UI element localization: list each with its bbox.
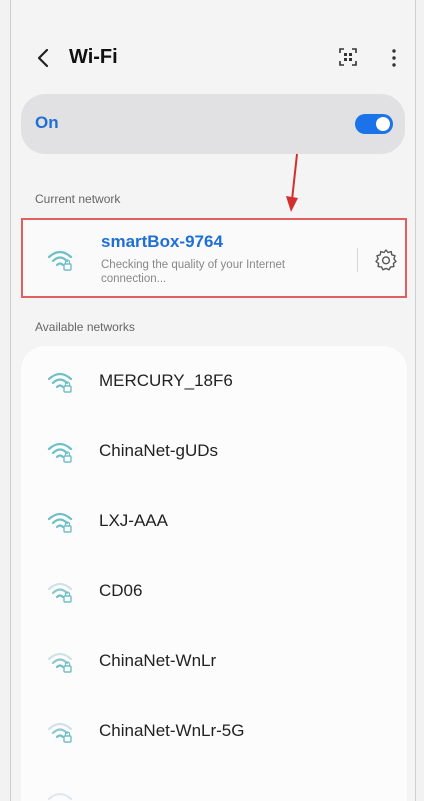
qr-scan-icon[interactable]: [339, 48, 357, 66]
app-bar: Wi-Fi: [11, 38, 415, 78]
network-item[interactable]: ChinaNet-WnLr: [21, 626, 407, 696]
network-item[interactable]: MERCURY_18F6: [21, 346, 407, 416]
wifi-weak-secured-icon: [47, 652, 73, 673]
more-options-icon[interactable]: [389, 48, 399, 68]
current-network-heading: Current network: [35, 192, 121, 206]
wifi-settings-screen: Wi-Fi On Current network smartBox-9764 C…: [10, 0, 416, 801]
gear-icon[interactable]: [374, 248, 398, 272]
wifi-toggle-row[interactable]: On: [21, 94, 405, 154]
current-network-name: smartBox-9764: [101, 232, 223, 251]
page-title: Wi-Fi: [69, 46, 118, 68]
wifi-weak-secured-icon: [47, 792, 73, 801]
network-name: ChinaNet-WnLr-5G: [99, 721, 245, 740]
network-item-partial[interactable]: [21, 766, 407, 801]
wifi-secured-icon: [47, 442, 73, 463]
network-item[interactable]: ChinaNet-WnLr-5G: [21, 696, 407, 766]
switch-knob: [376, 117, 390, 131]
network-name: MERCURY_18F6: [99, 371, 233, 390]
network-name: ChinaNet-WnLr: [99, 651, 217, 670]
network-name: CD06: [99, 581, 143, 600]
back-arrow-icon[interactable]: [33, 46, 55, 70]
current-network-status: Checking the quality of your Internet co…: [101, 259, 286, 285]
available-networks-heading: Available networks: [35, 320, 135, 334]
wifi-switch[interactable]: [355, 114, 393, 134]
wifi-weak-secured-icon: [47, 722, 73, 743]
network-item[interactable]: LXJ-AAA: [21, 486, 407, 556]
current-network-item[interactable]: smartBox-9764 Checking the quality of yo…: [21, 218, 407, 298]
wifi-state-label: On: [35, 113, 59, 132]
wifi-weak-secured-icon: [47, 582, 73, 603]
network-name: ChinaNet-gUDs: [99, 441, 219, 460]
wifi-secured-icon: [47, 250, 73, 271]
available-networks-list: MERCURY_18F6 ChinaNet-gUDs LXJ-AAA CD06 …: [21, 346, 407, 801]
wifi-secured-icon: [47, 512, 73, 533]
wifi-secured-icon: [47, 372, 73, 393]
annotation-arrow-icon: [286, 153, 298, 212]
vertical-divider: [357, 248, 358, 272]
network-item[interactable]: ChinaNet-gUDs: [21, 416, 407, 486]
network-item[interactable]: CD06: [21, 556, 407, 626]
network-name: LXJ-AAA: [99, 511, 168, 530]
